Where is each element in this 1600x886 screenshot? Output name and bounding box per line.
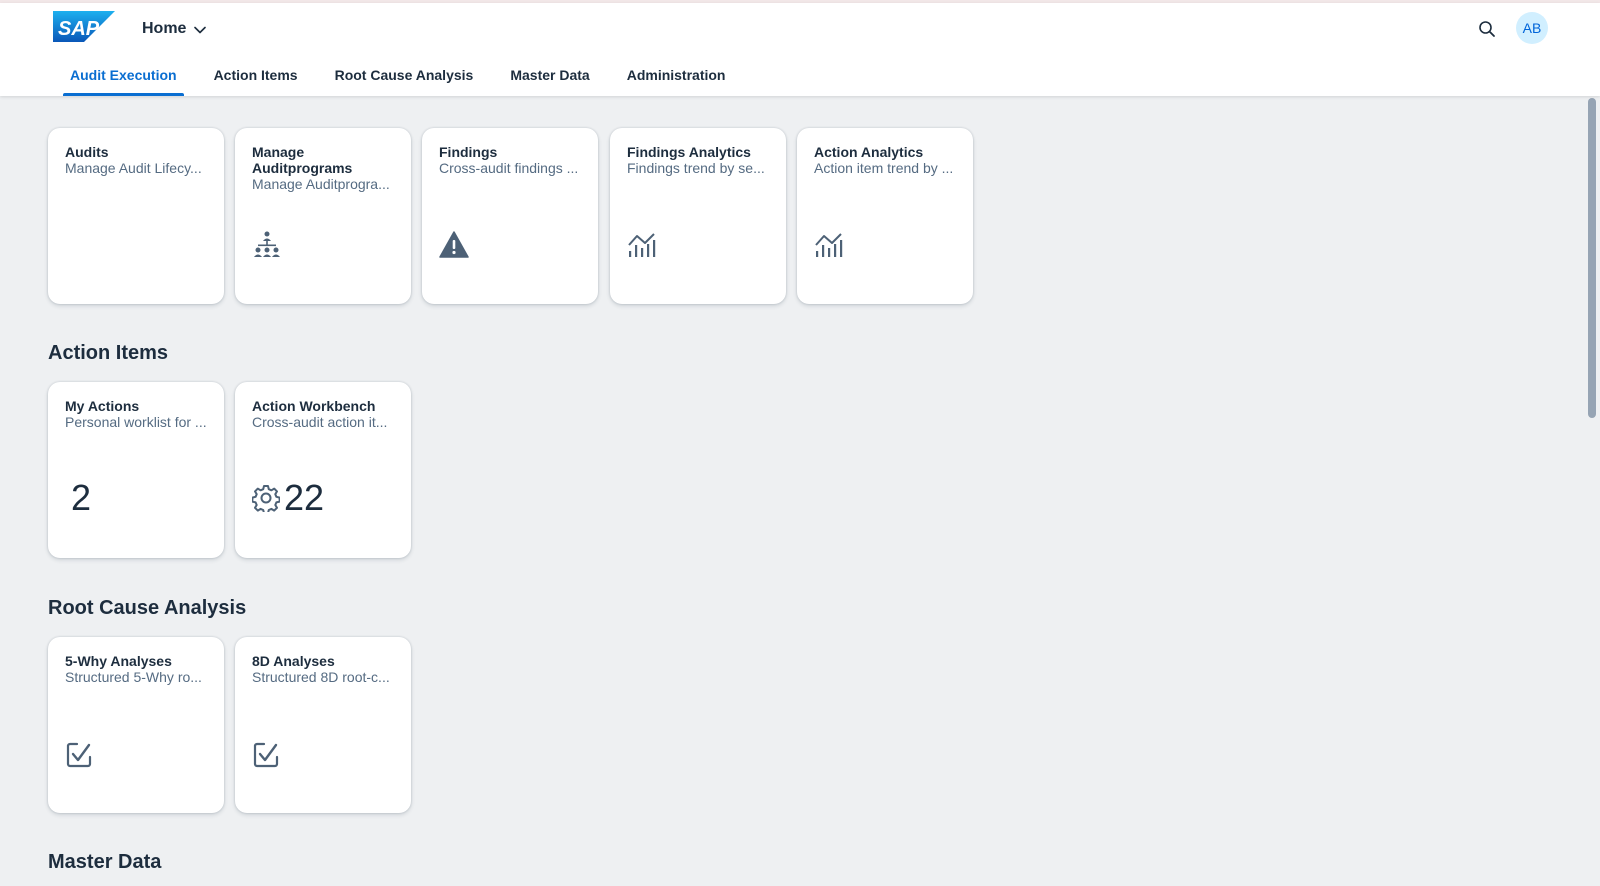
search-icon[interactable] xyxy=(1476,18,1498,40)
tile-audits[interactable]: Audits Manage Audit Lifecy... xyxy=(48,128,224,304)
tile-title: Audits xyxy=(65,144,109,160)
checkbox-icon xyxy=(66,742,92,768)
tile-title: Findings Analytics xyxy=(627,144,751,160)
tile-8d-analyses[interactable]: 8D Analyses Structured 8D root-c... xyxy=(235,637,411,813)
kpi-value: 22 xyxy=(284,477,325,518)
page-tab-bar: Audit Execution Action Items Root Cause … xyxy=(63,54,755,96)
tile-subtitle: Structured 8D root-c... xyxy=(252,669,390,685)
tab-administration[interactable]: Administration xyxy=(620,54,733,96)
tile-title: Findings xyxy=(439,144,498,160)
launchpad-content: Audits Manage Audit Lifecy... Manage Aud… xyxy=(0,96,1585,886)
svg-text:SAP: SAP xyxy=(58,18,100,40)
kpi-container: 22 xyxy=(252,478,324,518)
section-title-action-items: Action Items xyxy=(48,342,169,364)
tile-manage-auditprograms[interactable]: Manage Auditprograms Manage Auditprogra.… xyxy=(235,128,411,304)
tile-subtitle: Structured 5-Why ro... xyxy=(65,669,202,685)
tab-master-data[interactable]: Master Data xyxy=(503,54,596,96)
chevron-down-icon xyxy=(194,26,207,33)
line-chart-icon xyxy=(628,233,656,257)
kpi-value: 2 xyxy=(71,477,92,518)
tab-action-items[interactable]: Action Items xyxy=(207,54,305,96)
tile-subtitle: Findings trend by se... xyxy=(627,160,765,176)
line-chart-icon xyxy=(815,233,843,257)
tile-subtitle: Personal worklist for ... xyxy=(65,414,207,430)
user-avatar[interactable]: AB xyxy=(1516,12,1548,44)
tile-action-analytics[interactable]: Action Analytics Action item trend by ..… xyxy=(797,128,973,304)
vertical-scrollbar[interactable] xyxy=(1588,98,1596,418)
tile-subtitle: Cross-audit action it... xyxy=(252,414,388,430)
checkbox-icon xyxy=(253,742,279,768)
tile-subtitle: Cross-audit findings ... xyxy=(439,160,579,176)
tile-my-actions[interactable]: My Actions Personal worklist for ... 2 xyxy=(48,382,224,558)
sap-logo[interactable]: SAP xyxy=(53,11,115,42)
org-chart-icon xyxy=(254,231,280,257)
tile-title: Action Analytics xyxy=(814,144,924,160)
tile-5-why-analyses[interactable]: 5-Why Analyses Structured 5-Why ro... xyxy=(48,637,224,813)
home-menu-button[interactable]: Home xyxy=(142,17,207,41)
tile-action-workbench[interactable]: Action Workbench Cross-audit action it..… xyxy=(235,382,411,558)
tile-subtitle: Action item trend by ... xyxy=(814,160,954,176)
tile-title: My Actions xyxy=(65,398,140,414)
tile-findings-analytics[interactable]: Findings Analytics Findings trend by se.… xyxy=(610,128,786,304)
home-label: Home xyxy=(142,20,187,37)
kpi-container: 2 xyxy=(71,478,91,518)
tile-title: 8D Analyses xyxy=(252,653,335,669)
tile-findings[interactable]: Findings Cross-audit findings ... xyxy=(422,128,598,304)
avatar-initials: AB xyxy=(1522,20,1542,36)
tile-subtitle: Manage Audit Lifecy... xyxy=(65,160,202,176)
section-title-root-cause-analysis: Root Cause Analysis xyxy=(48,597,247,619)
section-title-master-data: Master Data xyxy=(48,851,162,873)
tile-title: 5-Why Analyses xyxy=(65,653,172,669)
tile-title: Manage Auditprograms xyxy=(252,144,353,176)
warning-icon xyxy=(439,231,469,258)
shell-bar: SAP Home AB Audit Execution Action Items… xyxy=(0,3,1600,96)
tab-audit-execution[interactable]: Audit Execution xyxy=(63,54,184,96)
gear-icon xyxy=(252,485,280,512)
tile-title: Action Workbench xyxy=(252,398,376,414)
tab-root-cause-analysis[interactable]: Root Cause Analysis xyxy=(328,54,481,96)
tile-subtitle: Manage Auditprogra... xyxy=(252,176,390,192)
